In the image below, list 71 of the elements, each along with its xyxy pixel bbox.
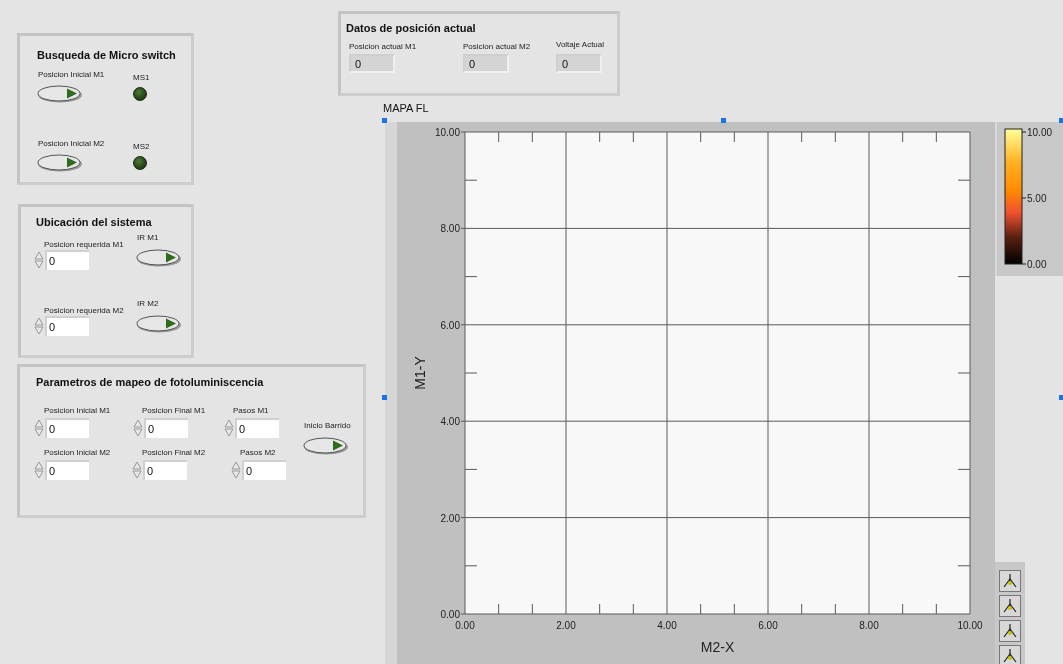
indicator-label: MS2 bbox=[133, 142, 150, 151]
spinner-icon[interactable] bbox=[33, 316, 45, 336]
spinner-icon[interactable] bbox=[131, 460, 143, 480]
axis-tick-label: 4.00 bbox=[440, 416, 460, 428]
graph-title: MAPA FL bbox=[383, 102, 429, 114]
play-button[interactable] bbox=[136, 249, 182, 267]
control-label: Pasos M1 bbox=[233, 406, 269, 415]
control-label: Posicion Inicial M2 bbox=[38, 139, 105, 148]
play-button[interactable] bbox=[37, 85, 83, 103]
axis-tick-label: 2.00 bbox=[556, 620, 576, 631]
control-label: Posicion Inicial M2 bbox=[44, 448, 111, 457]
play-button[interactable] bbox=[37, 154, 83, 172]
scale-tick-label: 10.00 bbox=[1027, 127, 1053, 138]
control-label: Posicion Final M1 bbox=[142, 406, 206, 415]
control-label: Posicion Inicial M1 bbox=[38, 70, 105, 79]
graph-tool-button[interactable] bbox=[999, 595, 1021, 617]
spinner-icon[interactable] bbox=[33, 250, 45, 270]
axis-tick-label: 10.00 bbox=[957, 620, 983, 631]
indicator-label: Voltaje Actual bbox=[556, 40, 605, 49]
number-field[interactable]: 0 bbox=[144, 418, 188, 438]
indicator-label: MS1 bbox=[133, 73, 150, 82]
spinner-icon[interactable] bbox=[230, 460, 242, 480]
axis-title: M1-Y bbox=[412, 356, 428, 390]
axis-tick-label: 0.00 bbox=[440, 609, 460, 620]
control-label: Pasos M2 bbox=[240, 448, 276, 457]
axis-title: M2-X bbox=[700, 639, 735, 655]
number-field[interactable]: 0 bbox=[235, 418, 279, 438]
axis-tick-label: 0.00 bbox=[455, 620, 475, 631]
number-field[interactable]: 0 bbox=[45, 316, 89, 336]
axis-tick-label: 2.00 bbox=[440, 512, 460, 524]
control-label: Posicion requerida M1 bbox=[44, 240, 124, 249]
scale-tick-label: 5.00 bbox=[1027, 193, 1047, 204]
numeric-indicator: 0 bbox=[349, 54, 395, 73]
numeric-indicator: 0 bbox=[463, 54, 509, 73]
indicator-label: Posicion actual M1 bbox=[349, 42, 417, 51]
axis-tick-label: 6.00 bbox=[758, 620, 778, 631]
axis-tick-label: 10.00 bbox=[434, 127, 460, 138]
axis-tick-label: 4.00 bbox=[657, 620, 677, 631]
numeric-indicator: 0 bbox=[556, 54, 602, 73]
spinner-icon[interactable] bbox=[33, 418, 45, 438]
control-label: Posicion Final M2 bbox=[142, 448, 206, 457]
group-title: Ubicación del sistema bbox=[36, 216, 152, 228]
play-button[interactable] bbox=[303, 437, 349, 455]
control-label: Posicion requerida M2 bbox=[44, 306, 124, 315]
axis-tick-label: 6.00 bbox=[440, 319, 460, 331]
control-label: Posicion Inicial M1 bbox=[44, 406, 111, 415]
selection-handle[interactable] bbox=[1059, 118, 1063, 123]
spinner-icon[interactable] bbox=[132, 418, 144, 438]
graph-tool-button[interactable] bbox=[999, 620, 1021, 642]
control-label: Inicio Barrido bbox=[304, 421, 351, 430]
number-field[interactable]: 0 bbox=[45, 460, 89, 480]
spinner-icon[interactable] bbox=[33, 460, 45, 480]
number-field[interactable]: 0 bbox=[242, 460, 286, 480]
indicator-label: Posicion actual M2 bbox=[463, 42, 531, 51]
play-button[interactable] bbox=[136, 315, 182, 333]
number-field[interactable]: 0 bbox=[45, 418, 89, 438]
selection-handle[interactable] bbox=[382, 395, 387, 400]
number-field[interactable]: 0 bbox=[143, 460, 187, 480]
number-field[interactable]: 0 bbox=[45, 250, 89, 270]
group-title: Datos de posición actual bbox=[346, 22, 476, 34]
scale-tick-label: 0.00 bbox=[1027, 259, 1047, 270]
axis-tick-label: 8.00 bbox=[440, 223, 460, 235]
group-title: Busqueda de Micro switch bbox=[37, 49, 176, 61]
control-label: IR M2 bbox=[137, 299, 159, 308]
group-title: Parametros de mapeo de fotoluminiscencia bbox=[36, 376, 264, 388]
spinner-icon[interactable] bbox=[223, 418, 235, 438]
axis-tick-label: 8.00 bbox=[859, 620, 879, 631]
control-label: IR M1 bbox=[137, 233, 159, 242]
selection-handle[interactable] bbox=[1059, 395, 1063, 400]
selection-handle[interactable] bbox=[721, 118, 726, 123]
selection-handle[interactable] bbox=[382, 118, 387, 123]
